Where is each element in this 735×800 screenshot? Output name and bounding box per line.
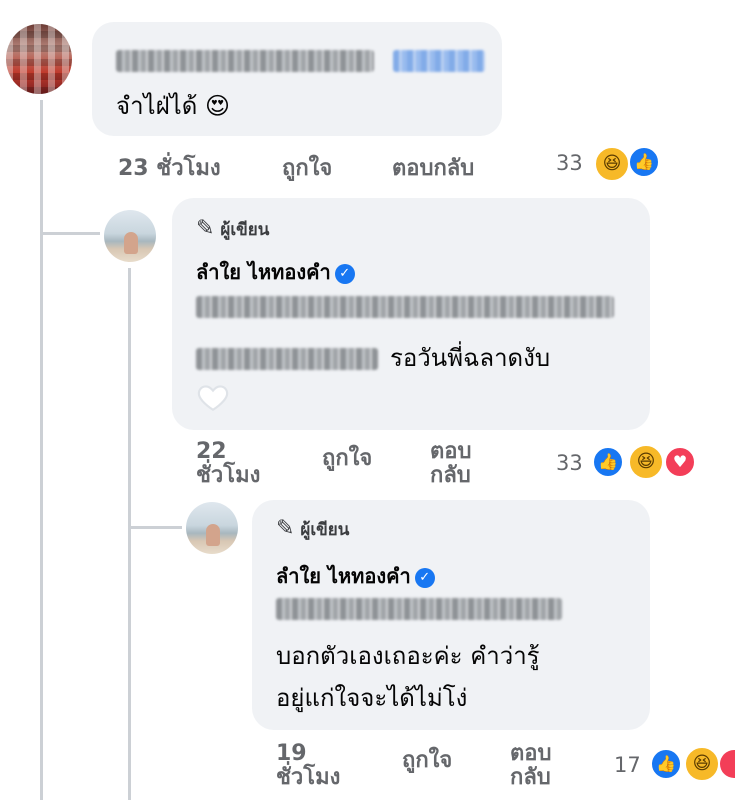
thread-line-reply	[128, 268, 131, 800]
reply2-reaction-count[interactable]: 17	[614, 753, 641, 777]
author-avatar-reply2[interactable]	[186, 502, 238, 554]
like-button[interactable]: ถูกใจ	[282, 150, 332, 185]
thread-line-main	[40, 100, 43, 800]
pencil-icon: ✎	[196, 216, 215, 241]
like-reaction-icon: 👍	[592, 446, 624, 478]
author-badge: ✎ ผู้เขียน	[276, 516, 350, 541]
author-avatar-reply1[interactable]	[104, 210, 156, 262]
love-reaction-icon: ♥	[664, 446, 696, 478]
reply1-reply-button[interactable]: ตอบ กลับ	[430, 440, 471, 488]
comment-text: จำไฝ่ได้ 😍	[116, 92, 230, 120]
reply1-author-name[interactable]: ลำใย ไหทองคำ ✓	[196, 256, 355, 288]
commenter-avatar[interactable]	[6, 24, 72, 94]
reaction-count[interactable]: 33	[556, 151, 583, 175]
reply2-reply-button[interactable]: ตอบ กลับ	[510, 742, 551, 790]
love-reaction-icon	[718, 748, 735, 780]
reply1-bubble: ✎ ผู้เขียน ลำใย ไหทองคำ ✓ รอวันพี่ฉลาดงับ	[172, 198, 650, 430]
heart-outline-icon[interactable]	[196, 380, 230, 414]
haha-reaction-icon: 😆	[628, 444, 664, 480]
reply1-like-button[interactable]: ถูกใจ	[322, 440, 372, 475]
reply2-text-line2: อยู่แก่ใจจะได้ไม่โง่	[276, 684, 468, 712]
thread-connector-reply1	[40, 232, 100, 235]
author-badge: ✎ ผู้เขียน	[196, 216, 270, 241]
comment-bubble: จำไฝ่ได้ 😍	[92, 22, 502, 136]
verified-badge-icon: ✓	[334, 263, 355, 284]
reply2-author-name[interactable]: ลำใย ไหทองคำ ✓	[276, 560, 435, 592]
reply1-text: รอวันพี่ฉลาดงับ	[196, 338, 550, 377]
like-reaction-icon: 👍	[628, 146, 660, 178]
haha-reaction-icon: 😆	[684, 746, 720, 782]
haha-reaction-icon: 😆	[594, 146, 630, 182]
redacted-mention-line	[276, 598, 562, 620]
comment-timestamp[interactable]: 23 ชั่วโมง	[118, 150, 221, 185]
reply1-reaction-count[interactable]: 33	[556, 451, 583, 475]
pencil-icon: ✎	[276, 516, 295, 541]
thread-connector-reply2	[128, 526, 182, 529]
like-reaction-icon: 👍	[650, 748, 682, 780]
commenter-name-redacted[interactable]	[116, 50, 486, 72]
reply-button[interactable]: ตอบกลับ	[392, 150, 474, 185]
reply2-like-button[interactable]: ถูกใจ	[402, 742, 452, 777]
reply2-bubble: ✎ ผู้เขียน ลำใย ไหทองคำ ✓ บอกตัวเองเถอะค่…	[252, 500, 650, 730]
heart-eyes-emoji: 😍	[204, 92, 230, 120]
reply2-timestamp[interactable]: 19 ชั่วโมง	[276, 742, 340, 790]
reply1-timestamp[interactable]: 22 ชั่วโมง	[196, 440, 260, 488]
reply2-text-line1: บอกตัวเองเถอะค่ะ คำว่ารู้	[276, 642, 540, 670]
redacted-mention-line1	[196, 296, 614, 318]
verified-badge-icon: ✓	[414, 567, 435, 588]
